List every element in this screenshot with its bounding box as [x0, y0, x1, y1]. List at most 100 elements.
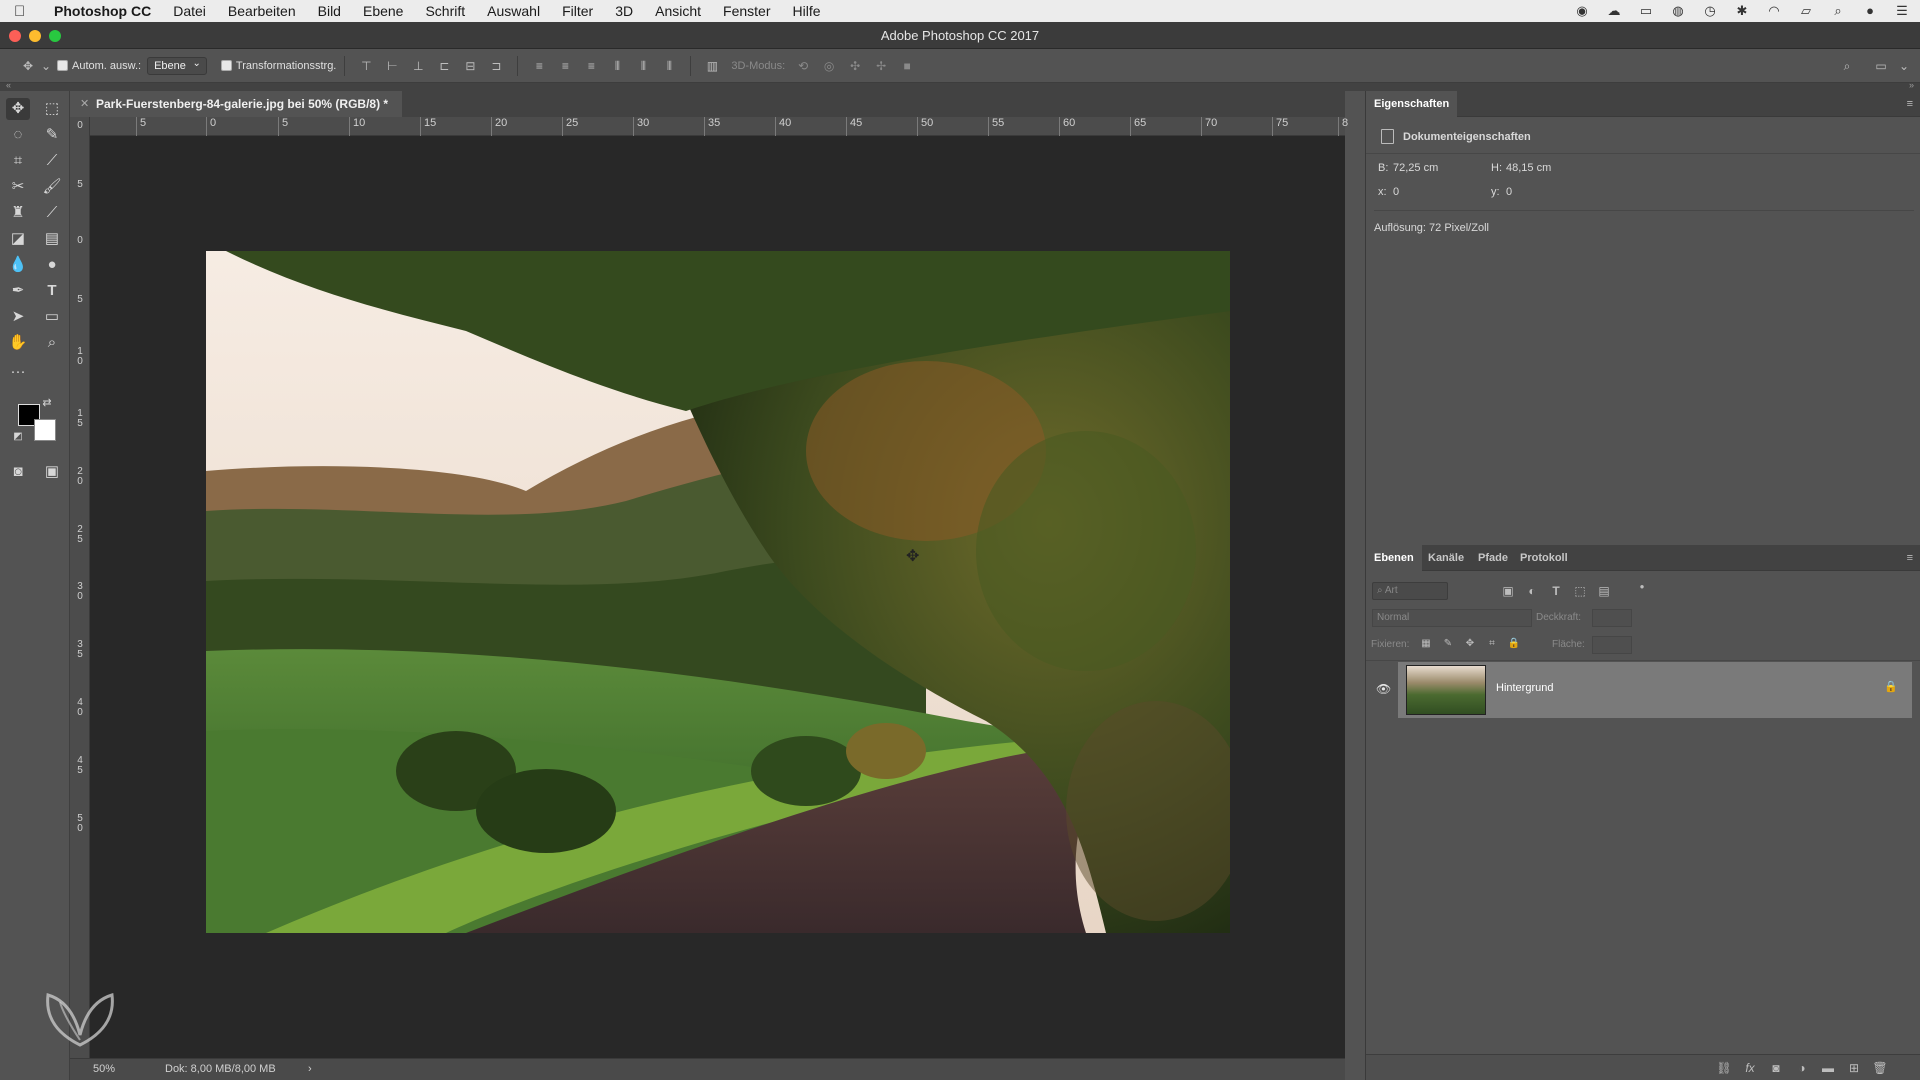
screen-mode-icon[interactable]: ▣	[40, 461, 64, 483]
panel-menu-icon[interactable]: ≡	[1907, 98, 1913, 110]
type-layer-filter-icon[interactable]: T	[1548, 584, 1564, 598]
menu-auswahl[interactable]: Auswahl	[476, 0, 551, 22]
y-value[interactable]: 0	[1506, 186, 1512, 198]
panel-menu-icon[interactable]: ≡	[1907, 552, 1913, 564]
lock-position-icon[interactable]: ✥	[1462, 637, 1478, 651]
auto-align-icon[interactable]: ▥	[704, 59, 720, 73]
align-right-icon[interactable]: ⊐	[488, 59, 504, 73]
blur-tool-icon[interactable]: 💧	[6, 254, 30, 276]
width-value[interactable]: 72,25 cm	[1393, 162, 1438, 174]
hand-tool-icon[interactable]: ✋	[6, 332, 30, 354]
apple-menu-icon[interactable]: 	[14, 3, 40, 20]
3d-roll-icon[interactable]: ◎	[821, 59, 837, 73]
minimize-window-button[interactable]	[29, 30, 41, 42]
zoom-window-button[interactable]	[49, 30, 61, 42]
distribute-hcenter-icon[interactable]: ⫴	[635, 59, 651, 73]
distribute-left-icon[interactable]: ⫴	[609, 59, 625, 73]
quick-select-tool-icon[interactable]: ✎	[40, 124, 64, 146]
pixel-layer-filter-icon[interactable]: ▣	[1500, 584, 1516, 598]
align-hcenter-icon[interactable]: ⊟	[462, 59, 478, 73]
sync-icon[interactable]: ◍	[1670, 4, 1686, 18]
workspace-icon[interactable]: ▭	[1873, 59, 1889, 73]
lasso-tool-icon[interactable]: ◌	[6, 124, 30, 146]
dodge-tool-icon[interactable]: ●	[40, 254, 64, 276]
tab-channels[interactable]: Kanäle	[1420, 545, 1472, 571]
add-mask-icon[interactable]: ◙	[1768, 1061, 1784, 1075]
close-window-button[interactable]	[9, 30, 21, 42]
auto-select-checkbox[interactable]	[57, 60, 68, 71]
chevron-down-icon[interactable]: ⌄	[41, 59, 51, 73]
document-canvas[interactable]: ✥	[90, 136, 1345, 1058]
eraser-tool-icon[interactable]: ◪	[6, 228, 30, 250]
transform-controls-checkbox[interactable]	[220, 60, 232, 71]
horizontal-ruler[interactable]: 5 0 5 10 15 20 25 30 35 40 45 50 55 60 6…	[90, 117, 1348, 136]
zoom-level[interactable]: 50%	[93, 1059, 115, 1080]
move-tool-preset-icon[interactable]: ✥	[20, 59, 36, 73]
collapse-right-icon[interactable]: »	[1909, 80, 1914, 90]
shape-layer-filter-icon[interactable]: ⬚	[1572, 584, 1588, 598]
crop-tool-icon[interactable]: ⌗	[6, 150, 30, 172]
lock-all-icon[interactable]: 🔒	[1506, 637, 1522, 651]
brush-tool-icon[interactable]: 🖌	[40, 176, 64, 198]
more-tools-icon[interactable]: ···	[6, 361, 30, 383]
zoom-tool-icon[interactable]: ⌕	[40, 332, 64, 354]
tab-layers[interactable]: Ebenen	[1366, 545, 1422, 571]
filter-toggle-icon[interactable]: ●	[1634, 580, 1650, 594]
3d-orbit-icon[interactable]: ⟲	[795, 59, 811, 73]
layer-style-icon[interactable]: fx	[1742, 1061, 1758, 1075]
x-value[interactable]: 0	[1393, 186, 1399, 198]
new-group-icon[interactable]: ▬	[1820, 1061, 1836, 1075]
creative-cloud-icon[interactable]: ☁	[1606, 4, 1622, 18]
menu-bearbeiten[interactable]: Bearbeiten	[217, 0, 307, 22]
new-layer-icon[interactable]: ⊞	[1846, 1061, 1862, 1075]
align-bottom-icon[interactable]: ⊥	[410, 59, 426, 73]
rectangle-tool-icon[interactable]: ▭	[40, 306, 64, 328]
fill-input[interactable]	[1592, 636, 1632, 654]
visibility-eye-icon[interactable]: 👁	[1376, 682, 1391, 696]
lock-image-pixels-icon[interactable]: ✎	[1440, 637, 1456, 651]
marquee-tool-icon[interactable]: ⬚	[40, 98, 64, 120]
background-color-swatch[interactable]	[34, 419, 56, 441]
layer-lock-icon[interactable]: 🔒	[1884, 680, 1898, 693]
display-icon[interactable]: ▭	[1638, 4, 1654, 18]
tab-history[interactable]: Protokoll	[1512, 545, 1576, 571]
notification-center-icon[interactable]: ☰	[1894, 4, 1910, 18]
align-vcenter-icon[interactable]: ⊢	[384, 59, 400, 73]
bluetooth-icon[interactable]: ✱	[1734, 4, 1750, 18]
move-tool-icon[interactable]: ✥	[6, 98, 30, 120]
3d-camera-icon[interactable]: ■	[899, 59, 915, 73]
smart-object-filter-icon[interactable]: ▤	[1596, 584, 1612, 598]
eyedropper-tool-icon[interactable]: ⟋	[40, 150, 64, 172]
type-tool-icon[interactable]: T	[40, 280, 64, 302]
height-value[interactable]: 48,15 cm	[1506, 162, 1551, 174]
menu-fenster[interactable]: Fenster	[712, 0, 781, 22]
path-selection-tool-icon[interactable]: ➤	[6, 306, 30, 328]
adjustment-layer-icon[interactable]: ◑	[1794, 1061, 1810, 1075]
default-colors-icon[interactable]: ◩	[12, 431, 24, 443]
swap-colors-icon[interactable]: ⇄	[40, 396, 54, 410]
menu-datei[interactable]: Datei	[162, 0, 217, 22]
wifi-icon[interactable]: ◠	[1766, 4, 1782, 18]
landscape-photo[interactable]: ✥	[206, 251, 1230, 933]
status-chevron-icon[interactable]: ›	[308, 1059, 312, 1080]
healing-brush-tool-icon[interactable]: ✂	[6, 176, 30, 198]
menu-schrift[interactable]: Schrift	[414, 0, 476, 22]
lock-transparent-pixels-icon[interactable]: ▦	[1418, 637, 1434, 651]
clone-stamp-tool-icon[interactable]: ♜	[6, 202, 30, 224]
layer-row[interactable]: Hintergrund 🔒	[1398, 662, 1912, 718]
close-tab-icon[interactable]: ✕	[80, 91, 89, 117]
gradient-tool-icon[interactable]: ▤	[40, 228, 64, 250]
menu-app-name[interactable]: Photoshop CC	[40, 0, 162, 22]
spotlight-icon[interactable]: ⌕	[1830, 4, 1846, 18]
align-top-icon[interactable]: ⊤	[358, 59, 374, 73]
menu-filter[interactable]: Filter	[551, 0, 604, 22]
delete-layer-icon[interactable]: 🗑	[1872, 1061, 1888, 1075]
lock-artboard-icon[interactable]: ⌗	[1484, 637, 1500, 651]
record-icon[interactable]: ◉	[1574, 4, 1590, 18]
distribute-top-icon[interactable]: ≡	[531, 59, 547, 73]
3d-pan-icon[interactable]: ✣	[847, 59, 863, 73]
menu-ansicht[interactable]: Ansicht	[644, 0, 712, 22]
collapse-left-icon[interactable]: «	[6, 80, 11, 90]
blend-mode-dropdown[interactable]: Normal	[1372, 609, 1532, 627]
menu-ebene[interactable]: Ebene	[352, 0, 414, 22]
